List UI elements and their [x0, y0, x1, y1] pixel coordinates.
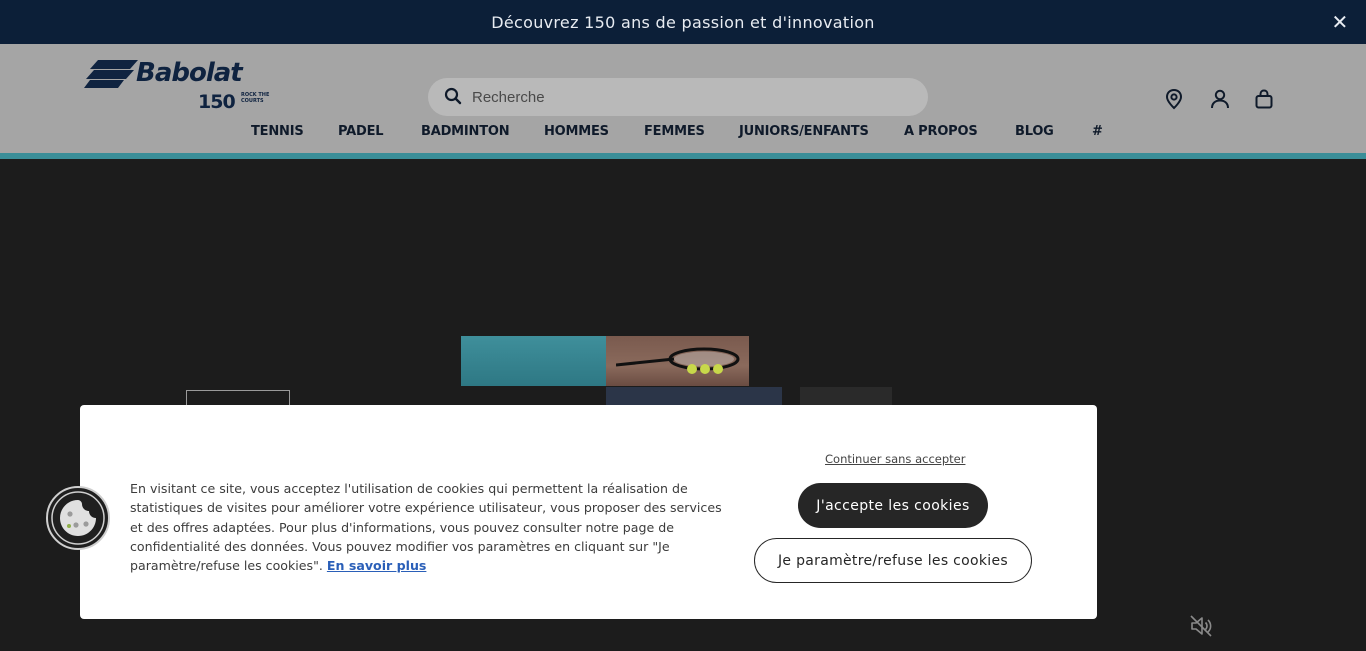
shopping-bag-icon[interactable]	[1253, 88, 1275, 110]
close-icon[interactable]: ✕	[1330, 12, 1350, 32]
accept-cookies-button[interactable]: J'accepte les cookies	[798, 483, 988, 528]
nav-item-tennis[interactable]: TENNIS	[251, 124, 304, 139]
search-bar[interactable]	[428, 78, 928, 116]
nav-item-padel[interactable]: PADEL	[338, 124, 384, 139]
logo-wordmark: Babolat	[136, 58, 243, 88]
hero-image-court	[461, 336, 607, 386]
nav-item-juniors-enfants[interactable]: JUNIORS/ENFANTS	[739, 124, 869, 139]
brand-logo[interactable]: Babolat 150 ROCK THE COURTS	[84, 58, 274, 114]
nav-item-hashtag[interactable]: #	[1092, 124, 1103, 139]
logo-tagline: ROCK THE COURTS	[241, 92, 270, 104]
account-icon[interactable]	[1209, 88, 1231, 110]
nav-item-badminton[interactable]: BADMINTON	[421, 124, 510, 139]
promo-text: Découvrez 150 ans de passion et d'innova…	[491, 12, 875, 32]
nav-item-blog[interactable]: BLOG	[1015, 124, 1054, 139]
nav-item-hommes[interactable]: HOMMES	[544, 124, 609, 139]
nav-item-femmes[interactable]: FEMMES	[644, 124, 705, 139]
search-input[interactable]	[472, 78, 912, 116]
cookie-description: En visitant ce site, vous acceptez l'uti…	[130, 479, 722, 575]
cookie-settings-icon[interactable]	[46, 486, 110, 550]
learn-more-link[interactable]: En savoir plus	[327, 558, 427, 573]
cookie-icon	[51, 491, 105, 545]
search-icon[interactable]	[444, 87, 462, 105]
location-pin-icon[interactable]	[1163, 88, 1185, 110]
main-navigation: TENNIS PADEL BADMINTON HOMMES FEMMES JUN…	[0, 124, 1366, 148]
mute-icon[interactable]	[1187, 612, 1215, 640]
logo-mark-icon	[84, 60, 138, 88]
nav-item-a-propos[interactable]: A PROPOS	[904, 124, 978, 139]
promo-bar: Découvrez 150 ans de passion et d'innova…	[0, 0, 1366, 44]
cookie-consent-dialog: En visitant ce site, vous acceptez l'uti…	[80, 405, 1097, 619]
continue-without-accepting-link[interactable]: Continuer sans accepter	[825, 452, 965, 466]
racket-image	[616, 347, 740, 374]
configure-refuse-cookies-button[interactable]: Je paramètre/refuse les cookies	[754, 538, 1032, 583]
logo-anniversary: 150	[198, 91, 236, 113]
